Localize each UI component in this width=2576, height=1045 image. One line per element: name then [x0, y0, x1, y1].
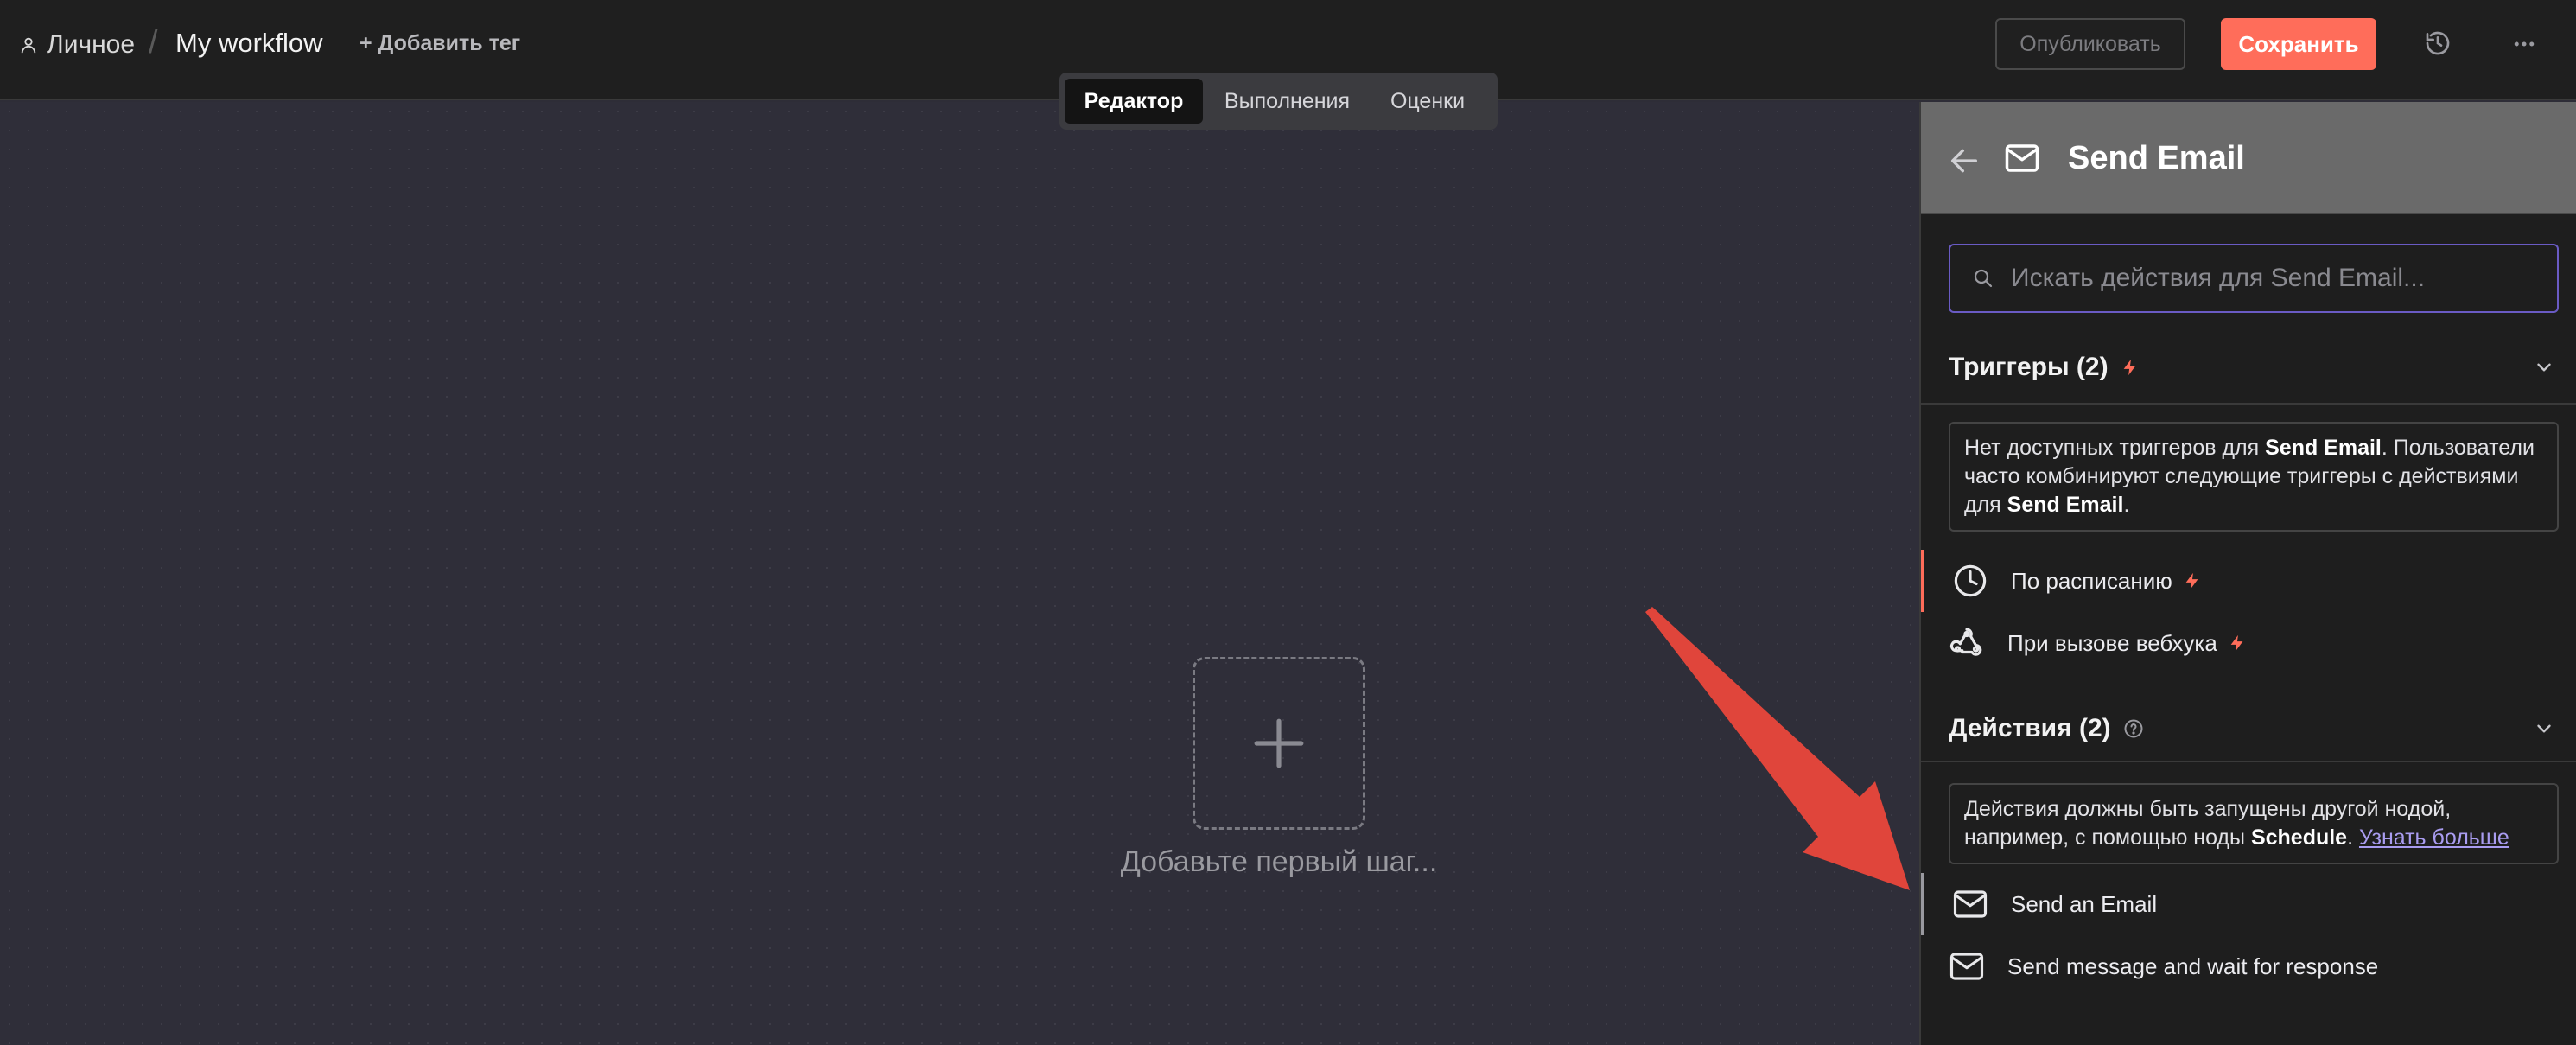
actions-section-title[interactable]: Действия (2) — [1949, 714, 2144, 743]
workflow-canvas[interactable] — [0, 102, 1919, 1045]
triggers-info-bold: Send Email — [2265, 436, 2382, 460]
action-item-send-email[interactable]: Send an Email — [1921, 873, 2576, 935]
annotation-arrow-icon — [1645, 607, 1910, 890]
webhook-icon — [1950, 628, 1982, 656]
bolt-icon — [2185, 572, 2198, 589]
triggers-info-bold: Send Email — [2007, 493, 2124, 517]
panel-title: Send Email — [2068, 140, 2245, 176]
user-icon — [21, 37, 36, 54]
editor-tabs: Редактор Выполнения Оценки — [1059, 73, 1498, 130]
bolt-icon — [2123, 359, 2135, 376]
tab-evaluations[interactable]: Оценки — [1371, 79, 1484, 124]
triggers-info-text: . — [2123, 493, 2130, 517]
help-icon[interactable] — [2123, 718, 2144, 739]
save-button[interactable]: Сохранить — [2221, 18, 2376, 70]
search-input[interactable] — [2011, 257, 2547, 300]
action-item-label: Send message and wait for response — [2007, 953, 2379, 979]
action-item-send-and-wait[interactable]: Send message and wait for response — [1921, 935, 2576, 997]
mail-icon — [1953, 890, 1988, 918]
trigger-item-label: По расписанию — [2011, 567, 2172, 594]
trigger-item-label: При вызове вебхука — [2007, 629, 2217, 656]
workflow-name[interactable]: My workflow — [175, 28, 323, 59]
actions-info-bold: Schedule — [2250, 825, 2348, 850]
search-icon — [1974, 269, 1993, 288]
breadcrumb-personal-label: Личное — [47, 30, 136, 59]
history-icon[interactable] — [2424, 29, 2452, 57]
breadcrumb-separator: / — [149, 24, 158, 61]
more-options-icon[interactable] — [2511, 31, 2537, 57]
triggers-info-box: Нет доступных триггеров для Send Email. … — [1949, 422, 2559, 532]
add-first-step-button[interactable] — [1193, 657, 1365, 830]
triggers-section-title[interactable]: Триггеры (2) — [1949, 353, 2140, 382]
section-divider — [1921, 403, 2576, 405]
clock-icon — [1954, 564, 1987, 597]
node-creator-panel: Send Email Триггеры (2) Нет доступных тр… — [1919, 102, 2576, 1045]
actions-info-text: . — [2347, 825, 2359, 850]
actions-info-box: Действия должны быть запущены другой нод… — [1949, 783, 2559, 864]
section-divider — [1921, 761, 2576, 762]
trigger-item-schedule[interactable]: По расписанию — [1921, 550, 2576, 612]
back-arrow-icon[interactable] — [1947, 143, 1981, 178]
add-tag-button[interactable]: + Добавить тег — [359, 31, 520, 56]
actions-title-label: Действия (2) — [1949, 714, 2111, 742]
chevron-down-icon[interactable] — [2533, 717, 2555, 740]
mail-icon — [2005, 144, 2039, 172]
chevron-down-icon[interactable] — [2533, 356, 2555, 379]
action-item-label: Send an Email — [2011, 890, 2158, 917]
search-box — [1949, 244, 2559, 313]
tab-executions[interactable]: Выполнения — [1203, 79, 1371, 124]
mail-icon — [1949, 953, 1984, 980]
trigger-item-webhook[interactable]: При вызове вебхука — [1921, 612, 2576, 674]
bolt-icon — [2230, 634, 2243, 652]
tab-editor[interactable]: Редактор — [1065, 79, 1203, 124]
triggers-title-label: Триггеры (2) — [1949, 353, 2109, 381]
panel-header: Send Email — [1921, 102, 2576, 214]
breadcrumb-personal[interactable]: Личное — [19, 28, 135, 62]
add-first-step-label: Добавьте первый шаг... — [1120, 845, 1438, 878]
publish-button[interactable]: Опубликовать — [1995, 18, 2185, 70]
learn-more-link[interactable]: Узнать больше — [2359, 825, 2509, 850]
triggers-info-text: Нет доступных триггеров для — [1964, 436, 2266, 460]
plus-icon — [1254, 718, 1304, 768]
